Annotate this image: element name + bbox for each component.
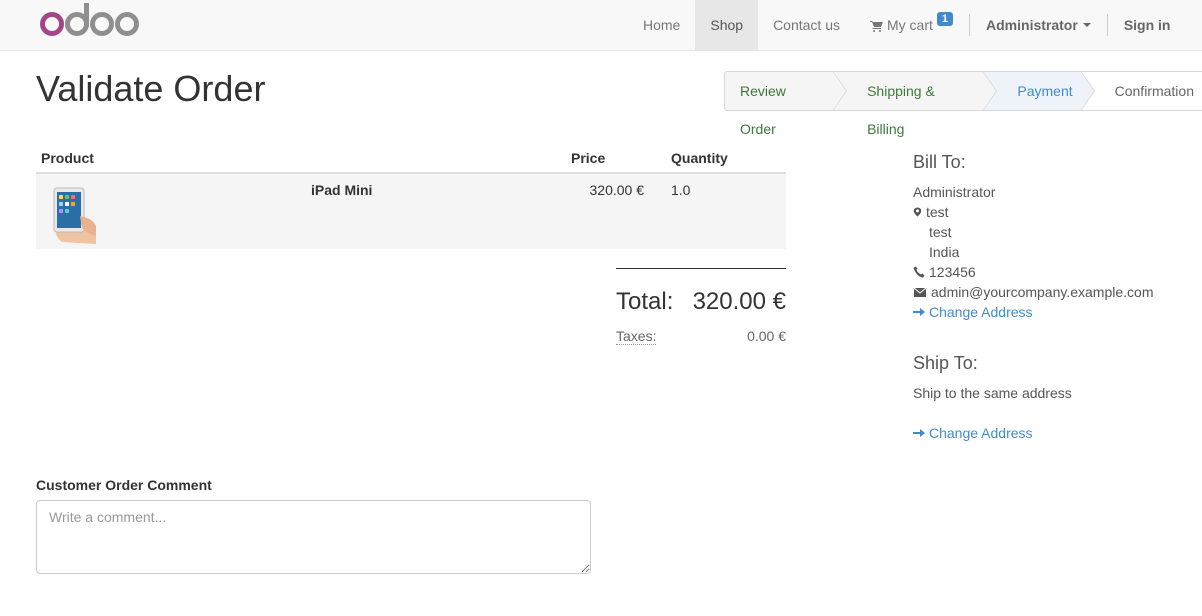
nav-shop[interactable]: Shop (695, 0, 759, 50)
arrow-right-icon (913, 429, 925, 437)
phone-icon (913, 266, 925, 278)
map-marker-icon (913, 207, 922, 217)
bill-to-heading: Bill To: (913, 152, 966, 172)
user-menu-dropdown[interactable]: Administrator (971, 0, 1106, 50)
taxes-value: 0.00 € (747, 328, 786, 344)
ship-to-text: Ship to the same address (913, 385, 1072, 401)
column-header-price: Price (571, 150, 606, 166)
wizard-step-confirmation: Confirmation (1080, 71, 1202, 111)
main-nav: Home Shop Contact us My cart 1 Administr… (628, 0, 1185, 50)
wizard-step-shipping-billing[interactable]: Shipping & Billing (833, 71, 998, 137)
bill-to-phone: 123456 (929, 264, 976, 280)
column-header-product: Product (41, 150, 94, 166)
change-address-label: Change Address (929, 304, 1033, 320)
order-comment-input[interactable] (36, 500, 591, 574)
nav-contact-us[interactable]: Contact us (758, 0, 855, 50)
envelope-icon (913, 287, 927, 297)
top-navbar: odoo Home Shop Contact us My cart 1 Admi… (0, 0, 1202, 51)
total-value: 320.00 € (692, 288, 786, 315)
product-name[interactable]: iPad Mini (311, 182, 372, 198)
bill-to-phone-row: 123456 (913, 264, 976, 280)
change-address-label: Change Address (929, 425, 1033, 441)
bill-to-city: test (929, 224, 952, 240)
sign-in-link[interactable]: Sign in (1109, 0, 1186, 50)
arrow-right-icon (913, 308, 925, 316)
ship-to-heading: Ship To: (913, 353, 978, 373)
product-price: 320.00 € (589, 182, 645, 198)
bill-to-email-row: admin@yourcompany.example.com (913, 284, 1154, 300)
comment-label: Customer Order Comment (36, 477, 212, 493)
taxes-label: Taxes: (616, 328, 657, 345)
bill-to-street-row: test (913, 204, 949, 220)
table-header: Product Price Quantity (36, 146, 786, 174)
product-quantity: 1.0 (671, 182, 691, 198)
cart-label: My cart (887, 17, 933, 33)
total-label: Total: (616, 288, 674, 315)
bill-to-country: India (929, 244, 960, 260)
checkout-wizard: Review Order Shipping & Billing Payment … (724, 71, 1202, 137)
user-name: Administrator (986, 17, 1078, 33)
cart-count-badge: 1 (936, 12, 954, 26)
nav-divider (969, 14, 971, 36)
logo-letter-o (90, 12, 114, 36)
bill-to-street: test (926, 204, 949, 220)
order-lines-table: Product Price Quantity iPad Mini 320.00 … (36, 146, 786, 249)
column-header-quantity: Quantity (671, 150, 728, 166)
logo-letter-d (65, 3, 89, 36)
bill-to-change-address-link[interactable]: Change Address (913, 304, 1033, 320)
odoo-logo[interactable]: odoo (40, 3, 140, 43)
table-row: iPad Mini 320.00 € 1.0 (36, 174, 786, 249)
product-image-ipad (53, 187, 96, 244)
logo-letter-o (40, 12, 64, 36)
bill-to-name: Administrator (913, 184, 996, 200)
nav-divider (1106, 14, 1108, 36)
wizard-step-payment: Payment (983, 71, 1095, 111)
nav-home[interactable]: Home (628, 0, 695, 50)
shopping-cart-icon (870, 20, 883, 32)
totals-divider (616, 268, 786, 269)
wizard-step-review-order[interactable]: Review Order (724, 71, 848, 137)
bill-to-email: admin@yourcompany.example.com (931, 284, 1154, 300)
nav-my-cart[interactable]: My cart 1 (855, 0, 968, 50)
ship-to-change-address-link[interactable]: Change Address (913, 425, 1033, 441)
page-title: Validate Order (36, 68, 266, 109)
logo-letter-o (115, 12, 139, 36)
caret-down-icon (1082, 23, 1091, 27)
